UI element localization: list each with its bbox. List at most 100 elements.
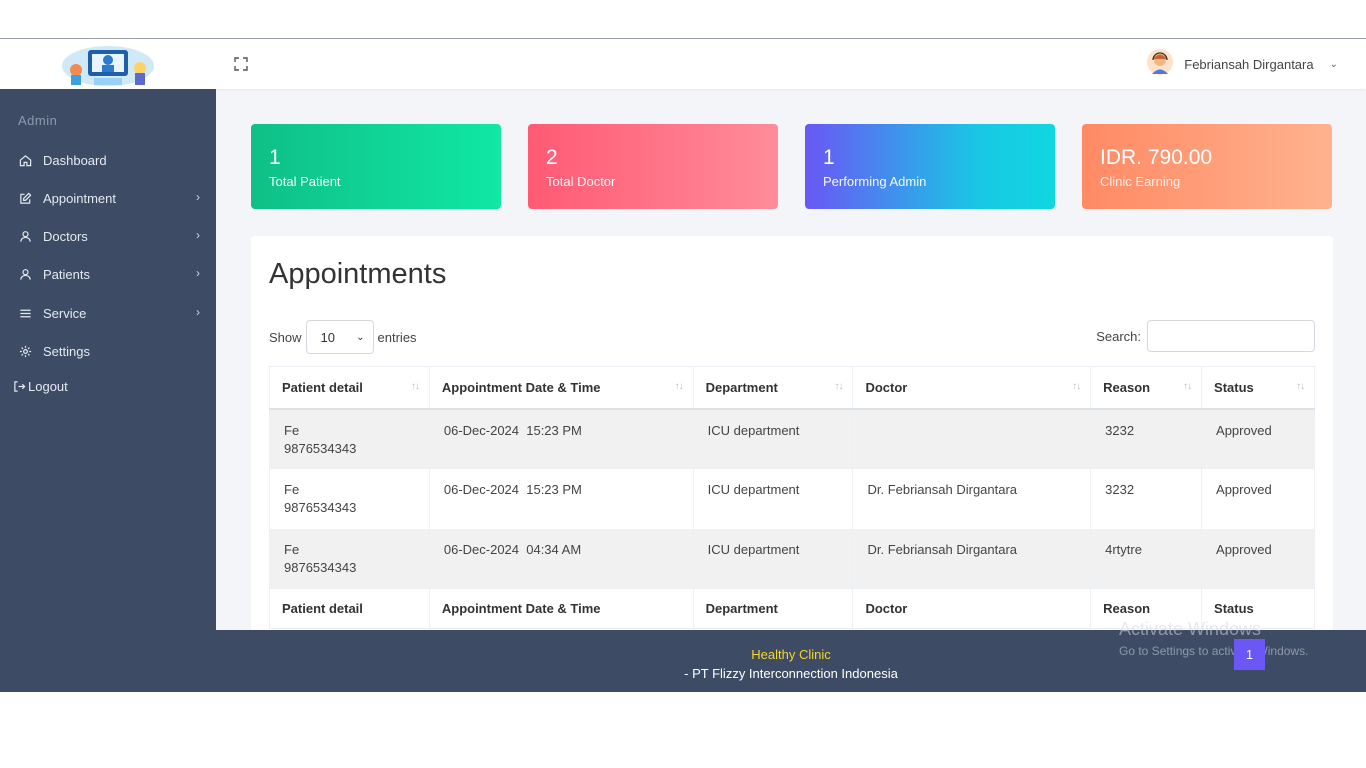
stat-label: Total Doctor [546, 174, 616, 189]
stat-label: Total Patient [269, 174, 341, 189]
column-header-doctor[interactable]: Doctor ↑↓ [852, 366, 1092, 410]
datetime-cell: 06-Dec-2024 04:34 AM [428, 528, 694, 589]
column-header-reason[interactable]: Reason ↑↓ [1090, 366, 1203, 410]
datetime-cell: 06-Dec-2024 15:23 PM [428, 408, 694, 469]
page-length-control: Show 10 ⌄ entries [269, 320, 417, 354]
footer-company: - PT Flizzy Interconnection Indonesia [684, 666, 898, 681]
status-cell: Approved [1201, 468, 1315, 529]
sort-icon: ↑↓ [410, 381, 420, 392]
sidebar-item-dashboard[interactable]: Dashboard [0, 145, 216, 175]
edit-icon [18, 191, 32, 205]
patient-detail-cell: Fe 9876534343 [269, 468, 430, 529]
stat-label: Clinic Earning [1100, 174, 1181, 189]
doctor-cell: Dr. Febriansah Dirgantara [852, 528, 1092, 589]
patient-name: Fe [284, 481, 300, 497]
gear-icon [18, 344, 32, 358]
footer-header-doctor: Doctor [852, 588, 1092, 629]
home-icon [18, 153, 32, 167]
reason-cell: 4rtytre [1090, 528, 1203, 589]
chevron-right-icon: › [196, 190, 200, 204]
stat-card-total-patient[interactable]: 1 Total Patient [251, 124, 501, 209]
user-icon [18, 229, 32, 243]
user-menu[interactable]: Febriansah Dirgantara ⌄ [1146, 48, 1338, 81]
sidebar-item-appointment[interactable]: Appointment › [0, 183, 216, 213]
column-header-status[interactable]: Status ↑↓ [1201, 366, 1315, 410]
clinic-logo[interactable] [0, 39, 216, 89]
entries-label: entries [377, 329, 417, 345]
page-length-value: 10 [320, 329, 335, 345]
logout-label: Logout [28, 378, 68, 394]
footer-header-department: Department [692, 588, 854, 629]
column-header-datetime[interactable]: Appointment Date & Time ↑↓ [428, 366, 694, 410]
sort-icon: ↑↓ [1183, 381, 1192, 392]
app-window: Febriansah Dirgantara ⌄ Admin Dashboard … [0, 38, 1366, 692]
patient-phone: 9876534343 [284, 499, 357, 515]
patient-name: Fe [284, 422, 300, 438]
watermark-title: Activate Windows [1119, 619, 1262, 639]
stat-card-clinic-earning[interactable]: IDR. 790.00 Clinic Earning [1082, 124, 1332, 209]
search-label: Search: [1096, 328, 1141, 344]
sidebar-item-label: Doctors [43, 228, 88, 244]
sort-icon: ↑↓ [674, 381, 684, 392]
column-header-department[interactable]: Department ↑↓ [692, 366, 854, 410]
stat-value: 1 [269, 146, 281, 169]
top-bar: Febriansah Dirgantara ⌄ [0, 39, 1366, 89]
table-search: Search: [1096, 320, 1315, 352]
department-cell: ICU department [692, 528, 854, 589]
sidebar-item-patients[interactable]: Patients › [0, 259, 216, 289]
page-title: Appointments [269, 258, 447, 290]
table-row: Fe 9876534343 06-Dec-2024 15:23 PM ICU de… [269, 468, 1315, 529]
table-row: Fe 9876534343 06-Dec-2024 04:34 AM ICU de… [269, 528, 1315, 589]
status-cell: Approved [1201, 528, 1315, 589]
chevron-right-icon: › [196, 228, 200, 242]
stat-card-performing-admin[interactable]: 1 Performing Admin [805, 124, 1055, 209]
show-label: Show [269, 329, 302, 345]
watermark-subtitle: Go to Settings to activate Windows. [1119, 644, 1309, 658]
user-name: Febriansah Dirgantara [1184, 56, 1314, 72]
doctor-cell: Dr. Febriansah Dirgantara [852, 468, 1092, 529]
stat-value: 2 [546, 146, 558, 169]
department-cell: ICU department [692, 408, 854, 469]
table-row: Fe 9876534343 06-Dec-2024 15:23 PM ICU de… [269, 408, 1315, 469]
sidebar-item-label: Dashboard [43, 152, 107, 168]
appointments-panel: Appointments Show 10 ⌄ entries Search: P… [251, 236, 1333, 636]
sidebar-item-doctors[interactable]: Doctors › [0, 221, 216, 251]
avatar [1146, 48, 1174, 81]
fullscreen-icon[interactable] [232, 55, 250, 73]
patient-detail-cell: Fe 9876534343 [269, 408, 430, 469]
sidebar-item-label: Settings [43, 343, 90, 359]
table-header-row: Patient detail ↑↓ Appointment Date & Time… [269, 366, 1315, 410]
sidebar-footer [0, 630, 216, 692]
activate-windows-watermark: Activate Windows Go to Settings to activ… [1119, 619, 1308, 658]
doctor-cell [852, 408, 1092, 469]
sidebar-item-label: Appointment [43, 190, 116, 206]
status-cell: Approved [1201, 408, 1315, 469]
stat-value: IDR. 790.00 [1100, 146, 1213, 169]
menu-icon [18, 306, 32, 320]
pagination-current-page[interactable]: 1 [1234, 639, 1265, 670]
logout-link[interactable]: Logout [0, 371, 216, 401]
sidebar-item-settings[interactable]: Settings [0, 336, 216, 366]
page-length-select[interactable]: 10 ⌄ [305, 320, 374, 354]
chevron-right-icon: › [196, 305, 200, 319]
sort-icon: ↑↓ [1072, 381, 1081, 392]
column-header-patient-detail[interactable]: Patient detail ↑↓ [269, 366, 430, 410]
sidebar-item-label: Patients [43, 266, 90, 282]
sidebar-item-service[interactable]: Service › [0, 298, 216, 328]
sort-icon: ↑↓ [834, 381, 843, 392]
department-cell: ICU department [692, 468, 854, 529]
patient-phone: 9876534343 [284, 440, 357, 456]
search-input[interactable] [1147, 320, 1315, 352]
stat-label: Performing Admin [823, 174, 927, 189]
sidebar-item-label: Service [43, 305, 87, 321]
footer-header-patient-detail: Patient detail [269, 588, 430, 629]
reason-cell: 3232 [1090, 468, 1203, 529]
patient-detail-cell: Fe 9876534343 [269, 528, 430, 589]
sidebar: Admin Dashboard Appointment › Doctors › [0, 89, 216, 692]
logout-icon [12, 379, 26, 393]
reason-cell: 3232 [1090, 408, 1203, 469]
appointments-table: Patient detail ↑↓ Appointment Date & Time… [269, 366, 1315, 629]
user-icon [18, 267, 32, 281]
stat-card-total-doctor[interactable]: 2 Total Doctor [528, 124, 778, 209]
sidebar-section-label: Admin [18, 113, 58, 128]
